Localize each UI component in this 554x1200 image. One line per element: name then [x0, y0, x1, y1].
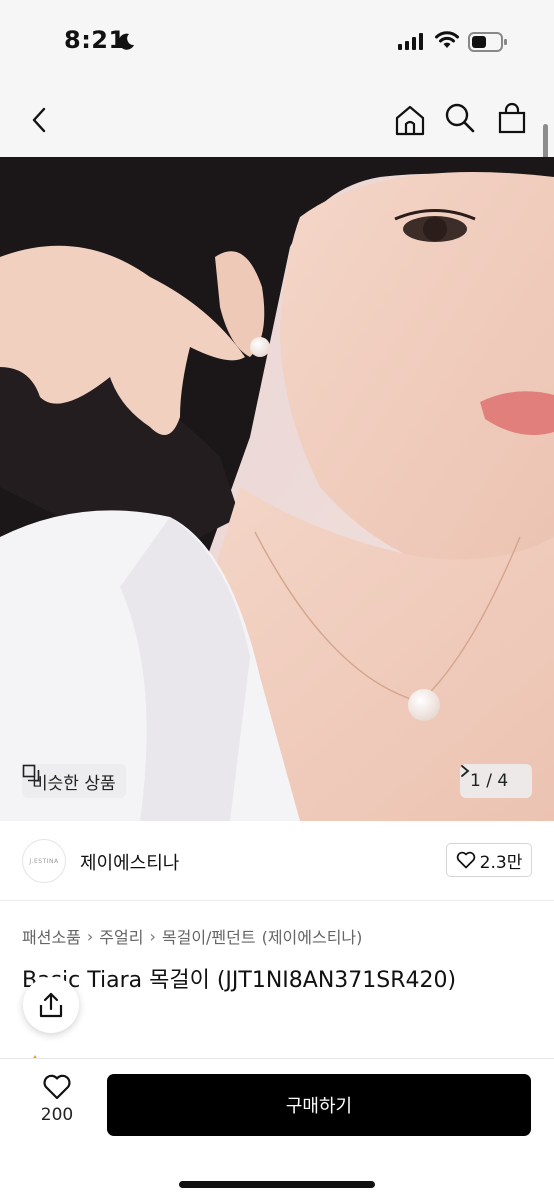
wishlist-count: 200	[40, 1105, 74, 1125]
heart-icon	[43, 1074, 71, 1100]
image-counter: 1 / 4	[470, 771, 509, 791]
shop-name[interactable]: 제이에스티나	[80, 849, 179, 875]
search-button[interactable]	[440, 98, 480, 138]
status-time: 8:21	[64, 26, 126, 54]
similar-products-button[interactable]: 비슷한 상품	[22, 764, 126, 798]
shopping-bag-icon	[498, 102, 526, 134]
home-icon	[395, 105, 425, 136]
breadcrumb-item[interactable]: 목걸이/펜던트	[162, 924, 256, 948]
home-indicator[interactable]	[179, 1181, 375, 1188]
heart-icon	[456, 851, 475, 869]
share-button[interactable]	[23, 977, 79, 1033]
shop-like-count: 2.3만	[479, 852, 523, 873]
copy-icon	[22, 764, 40, 782]
product-image-carousel[interactable]: 비슷한 상품 1 / 4	[0, 157, 554, 821]
product-photo	[0, 157, 554, 821]
chevron-right-icon: ›	[149, 926, 156, 946]
share-icon	[39, 992, 63, 1018]
wifi-icon	[435, 31, 459, 48]
shop-logo-text: J.ESTINA	[29, 857, 59, 865]
shop-like-button[interactable]: 2.3만	[446, 843, 532, 877]
chevron-left-icon	[32, 107, 46, 133]
chevron-right-icon: ›	[86, 926, 94, 946]
chevron-right-icon	[461, 765, 470, 777]
moon-icon	[118, 33, 134, 50]
cart-button[interactable]	[492, 98, 532, 138]
back-button[interactable]	[20, 100, 60, 140]
rating-row	[30, 1048, 160, 1058]
breadcrumb-item[interactable]: 주얼리	[99, 924, 143, 948]
navigation-bar	[0, 82, 554, 157]
breadcrumb-item[interactable]: 패션소품	[22, 924, 81, 948]
breadcrumb-brand[interactable]: (제이에스티나)	[262, 924, 363, 948]
buy-button[interactable]: 구매하기	[107, 1074, 531, 1136]
home-button[interactable]	[390, 100, 430, 140]
cellular-signal-icon	[398, 32, 423, 50]
image-counter-button[interactable]: 1 / 4	[460, 764, 532, 798]
product-title: Basic Tiara 목걸이 (JJT1NI8AN371SR420)	[22, 968, 457, 993]
bottom-action-bar: 200 구매하기	[0, 1058, 554, 1200]
shop-logo[interactable]: J.ESTINA	[22, 839, 66, 883]
shop-info-row: J.ESTINA 제이에스티나 2.3만	[0, 821, 554, 901]
breadcrumb: 패션소품 › 주얼리 › 목걸이/펜던트 (제이에스티나)	[22, 924, 362, 948]
status-bar: 8:21	[0, 0, 554, 82]
search-icon	[445, 103, 475, 133]
wishlist-button[interactable]: 200	[34, 1073, 80, 1133]
battery-icon	[468, 32, 507, 52]
similar-products-label: 비슷한 상품	[32, 773, 116, 794]
